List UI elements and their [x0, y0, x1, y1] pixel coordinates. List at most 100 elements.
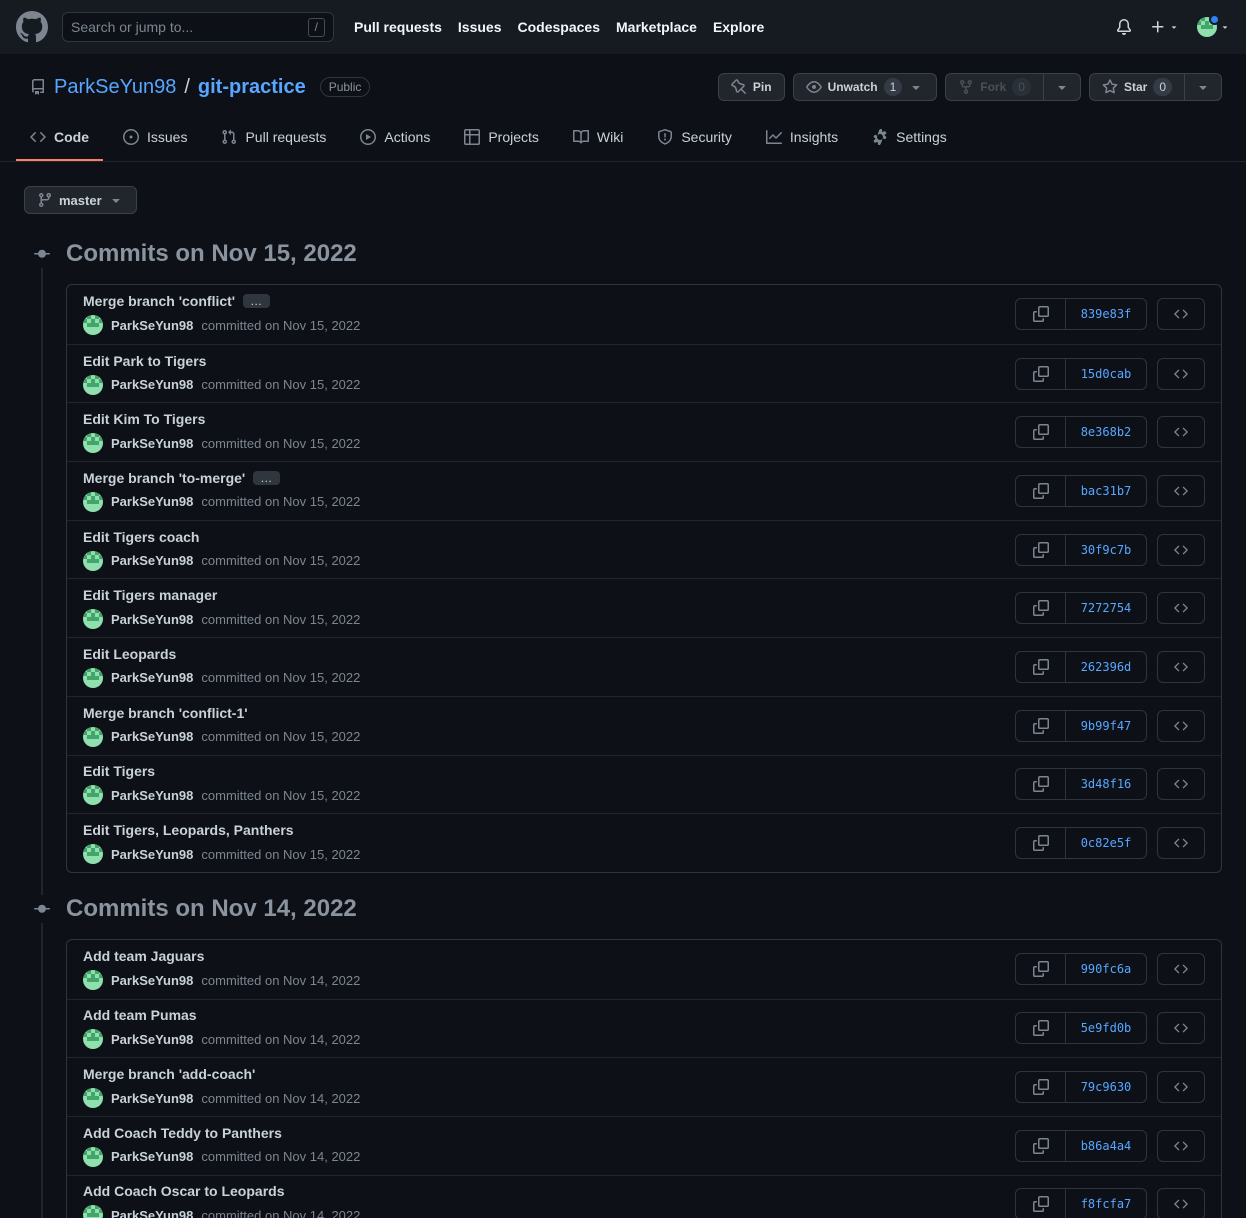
copy-sha-button[interactable] — [1016, 1013, 1066, 1044]
copy-sha-button[interactable] — [1016, 475, 1066, 506]
nav-issues[interactable]: Issues — [458, 19, 502, 35]
commit-title-link[interactable]: Edit Leopards — [83, 646, 176, 662]
user-menu-button[interactable] — [1197, 14, 1230, 37]
commit-author-link[interactable]: ParkSeYun98 — [111, 377, 193, 392]
commit-author-link[interactable]: ParkSeYun98 — [111, 847, 193, 862]
copy-sha-button[interactable] — [1016, 1189, 1066, 1218]
tab-actions[interactable]: Actions — [346, 115, 444, 161]
copy-sha-button[interactable] — [1016, 651, 1066, 682]
commit-author-link[interactable]: ParkSeYun98 — [111, 1032, 193, 1047]
nav-marketplace[interactable]: Marketplace — [616, 19, 697, 35]
commit-title-link[interactable]: Merge branch 'to-merge' — [83, 470, 245, 486]
browse-code-button[interactable] — [1157, 474, 1205, 507]
author-avatar[interactable] — [83, 667, 103, 688]
tab-security[interactable]: Security — [643, 115, 746, 161]
copy-sha-button[interactable] — [1016, 1130, 1066, 1161]
tab-settings[interactable]: Settings — [858, 115, 961, 161]
commit-sha-link[interactable]: 30f9c7b — [1066, 535, 1146, 565]
commit-description-toggle[interactable]: … — [243, 294, 271, 309]
commit-sha-link[interactable]: b86a4a4 — [1066, 1131, 1146, 1161]
browse-code-button[interactable] — [1157, 592, 1205, 625]
browse-code-button[interactable] — [1157, 1129, 1205, 1162]
commit-sha-link[interactable]: bac31b7 — [1066, 476, 1146, 506]
author-avatar[interactable] — [83, 726, 103, 747]
commit-sha-link[interactable]: 990fc6a — [1066, 954, 1146, 984]
browse-code-button[interactable] — [1157, 357, 1205, 390]
commit-sha-link[interactable]: 9b99f47 — [1066, 711, 1146, 741]
commit-sha-link[interactable]: 262396d — [1066, 652, 1146, 682]
fork-button[interactable]: Fork 0 — [945, 73, 1044, 101]
commit-sha-link[interactable]: f8fcfa7 — [1066, 1189, 1146, 1218]
commit-sha-link[interactable]: 15d0cab — [1066, 359, 1146, 389]
browse-code-button[interactable] — [1157, 1071, 1205, 1104]
copy-sha-button[interactable] — [1016, 534, 1066, 565]
commit-author-link[interactable]: ParkSeYun98 — [111, 788, 193, 803]
repo-owner-link[interactable]: ParkSeYun98 — [54, 76, 176, 99]
commit-author-link[interactable]: ParkSeYun98 — [111, 973, 193, 988]
commit-sha-link[interactable]: 839e83f — [1066, 299, 1146, 329]
nav-explore[interactable]: Explore — [713, 19, 764, 35]
fork-dropdown-button[interactable] — [1043, 73, 1081, 101]
commit-author-link[interactable]: ParkSeYun98 — [111, 494, 193, 509]
nav-codespaces[interactable]: Codespaces — [518, 19, 600, 35]
create-new-button[interactable] — [1150, 19, 1179, 35]
star-button[interactable]: Star 0 — [1088, 73, 1185, 101]
commit-title-link[interactable]: Add team Jaguars — [83, 948, 204, 964]
commit-sha-link[interactable]: 79c9630 — [1066, 1072, 1146, 1102]
commit-title-link[interactable]: Edit Tigers manager — [83, 587, 217, 603]
author-avatar[interactable] — [83, 970, 103, 991]
commit-description-toggle[interactable]: … — [253, 470, 281, 485]
commit-title-link[interactable]: Edit Kim To Tigers — [83, 411, 205, 427]
commit-title-link[interactable]: Merge branch 'conflict' — [83, 293, 235, 309]
commit-title-link[interactable]: Add Coach Oscar to Leopards — [83, 1183, 284, 1199]
commit-title-link[interactable]: Add Coach Teddy to Panthers — [83, 1125, 282, 1141]
copy-sha-button[interactable] — [1016, 358, 1066, 389]
unwatch-button[interactable]: Unwatch 1 — [792, 73, 938, 101]
tab-pull-requests[interactable]: Pull requests — [207, 115, 340, 161]
browse-code-button[interactable] — [1157, 298, 1205, 331]
copy-sha-button[interactable] — [1016, 299, 1066, 330]
copy-sha-button[interactable] — [1016, 769, 1066, 800]
author-avatar[interactable] — [83, 1205, 103, 1218]
branch-selector[interactable]: master — [24, 186, 137, 214]
browse-code-button[interactable] — [1157, 416, 1205, 449]
commit-title-link[interactable]: Edit Park to Tigers — [83, 353, 206, 369]
commit-author-link[interactable]: ParkSeYun98 — [111, 436, 193, 451]
commit-sha-link[interactable]: 5e9fd0b — [1066, 1013, 1146, 1043]
nav-pull-requests[interactable]: Pull requests — [354, 19, 442, 35]
author-avatar[interactable] — [83, 1029, 103, 1050]
author-avatar[interactable] — [83, 1146, 103, 1167]
author-avatar[interactable] — [83, 550, 103, 571]
commit-author-link[interactable]: ParkSeYun98 — [111, 553, 193, 568]
notifications-button[interactable] — [1116, 19, 1132, 35]
commit-title-link[interactable]: Add team Pumas — [83, 1007, 197, 1023]
author-avatar[interactable] — [83, 844, 103, 865]
author-avatar[interactable] — [83, 785, 103, 806]
commit-title-link[interactable]: Edit Tigers — [83, 763, 155, 779]
author-avatar[interactable] — [83, 315, 103, 336]
commit-author-link[interactable]: ParkSeYun98 — [111, 612, 193, 627]
tab-code[interactable]: Code — [16, 115, 103, 161]
browse-code-button[interactable] — [1157, 768, 1205, 801]
commit-sha-link[interactable]: 3d48f16 — [1066, 769, 1146, 799]
star-dropdown-button[interactable] — [1185, 73, 1222, 101]
copy-sha-button[interactable] — [1016, 954, 1066, 985]
commit-author-link[interactable]: ParkSeYun98 — [111, 1091, 193, 1106]
commit-title-link[interactable]: Merge branch 'conflict-1' — [83, 705, 248, 721]
pin-button[interactable]: Pin — [717, 73, 785, 101]
commit-sha-link[interactable]: 8e368b2 — [1066, 417, 1146, 447]
copy-sha-button[interactable] — [1016, 828, 1066, 859]
browse-code-button[interactable] — [1157, 533, 1205, 566]
search-input[interactable]: Search or jump to... / — [62, 12, 334, 42]
author-avatar[interactable] — [83, 1088, 103, 1109]
commit-author-link[interactable]: ParkSeYun98 — [111, 1208, 193, 1218]
commit-sha-link[interactable]: 7272754 — [1066, 593, 1146, 623]
tab-wiki[interactable]: Wiki — [559, 115, 637, 161]
commit-author-link[interactable]: ParkSeYun98 — [111, 729, 193, 744]
commit-author-link[interactable]: ParkSeYun98 — [111, 1149, 193, 1164]
commit-title-link[interactable]: Edit Tigers, Leopards, Panthers — [83, 822, 294, 838]
browse-code-button[interactable] — [1157, 1188, 1205, 1218]
commit-title-link[interactable]: Merge branch 'add-coach' — [83, 1066, 255, 1082]
copy-sha-button[interactable] — [1016, 417, 1066, 448]
copy-sha-button[interactable] — [1016, 710, 1066, 741]
